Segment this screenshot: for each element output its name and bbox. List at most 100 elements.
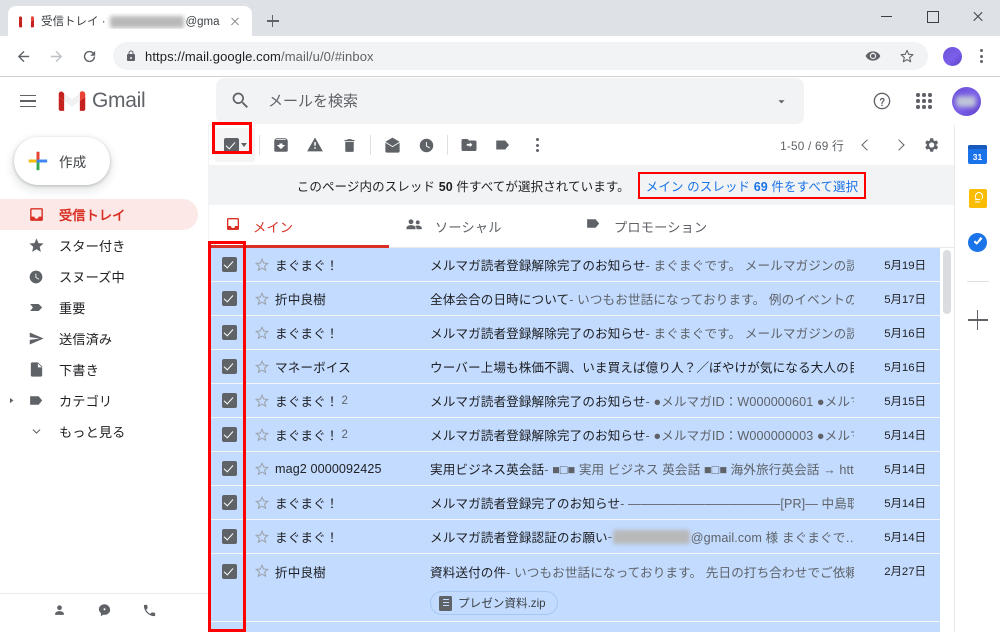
row-checkbox[interactable] bbox=[209, 486, 249, 520]
row-checkbox[interactable] bbox=[209, 384, 249, 418]
chat-icon[interactable] bbox=[97, 603, 112, 623]
sidebar-item-drafts[interactable]: 下書き bbox=[0, 354, 198, 385]
add-side-panel-plus-icon[interactable] bbox=[967, 310, 988, 330]
row-checkbox[interactable] bbox=[209, 248, 249, 282]
sidebar-item-categories[interactable]: カテゴリ bbox=[0, 385, 198, 416]
more-button[interactable] bbox=[520, 128, 554, 162]
star-icon[interactable] bbox=[249, 452, 275, 486]
account-avatar[interactable] bbox=[946, 81, 986, 121]
star-icon[interactable] bbox=[249, 248, 275, 282]
forward-button[interactable] bbox=[41, 41, 71, 71]
delete-button[interactable] bbox=[332, 128, 366, 162]
gmail-logo[interactable]: Gmail bbox=[52, 89, 208, 113]
browser-tab[interactable]: 受信トレイ · xxxxxxxxxxxxx@gma bbox=[8, 6, 252, 36]
star-icon[interactable] bbox=[249, 622, 275, 632]
table-row[interactable]: Google Microsoft apps & services をお使いの G… bbox=[209, 622, 940, 632]
table-row[interactable]: 折中良樹 全体会合の日時について - いつもお世話になっております。 例のイベン… bbox=[209, 282, 940, 316]
compose-button[interactable]: 作成 bbox=[14, 137, 110, 185]
scrollbar-thumb[interactable] bbox=[943, 250, 951, 314]
sidebar-item-starred[interactable]: スター付き bbox=[0, 230, 198, 261]
table-row[interactable]: マネーボイス ウーバー上場も株価不調、いま買えば億り人？／ぼやけが気になる大人の… bbox=[209, 350, 940, 384]
apps-grid-icon[interactable] bbox=[904, 81, 944, 121]
star-icon[interactable] bbox=[249, 554, 275, 588]
sidebar-item-inbox[interactable]: 受信トレイ bbox=[0, 199, 198, 230]
new-tab-button[interactable] bbox=[259, 7, 287, 35]
star-icon[interactable] bbox=[249, 384, 275, 418]
main-menu-icon[interactable] bbox=[4, 77, 52, 125]
chrome-menu-icon[interactable] bbox=[970, 45, 992, 67]
tab-social[interactable]: ソーシャル bbox=[389, 205, 569, 247]
attachment-chip[interactable]: プレゼン資料.zip bbox=[430, 591, 558, 615]
rail-divider bbox=[966, 281, 989, 282]
report-spam-button[interactable] bbox=[298, 128, 332, 162]
tasks-icon[interactable] bbox=[967, 231, 989, 253]
sidebar-item-important[interactable]: 重要 bbox=[0, 292, 198, 323]
row-sender: 折中良樹 bbox=[275, 565, 326, 580]
search-input[interactable] bbox=[266, 91, 764, 111]
sidebar-label: もっと見る bbox=[59, 425, 126, 440]
sidebar-item-more[interactable]: もっと見る bbox=[0, 416, 198, 447]
row-date: 5月17日 bbox=[884, 293, 926, 306]
back-button[interactable] bbox=[8, 41, 38, 71]
star-icon[interactable] bbox=[249, 520, 275, 554]
table-row[interactable]: まぐまぐ！ メルマガ読者登録解除完了のお知らせ - まぐまぐです。 メールマガジ… bbox=[209, 316, 940, 350]
reload-button[interactable] bbox=[74, 41, 104, 71]
table-row[interactable]: まぐまぐ！ 2 メルマガ読者登録解除完了のお知らせ - ●メルマガID：W0000… bbox=[209, 418, 940, 452]
browser-profile-button[interactable] bbox=[937, 41, 967, 71]
close-tab-icon[interactable] bbox=[227, 13, 243, 29]
row-checkbox[interactable] bbox=[209, 282, 249, 316]
row-checkbox[interactable] bbox=[209, 554, 249, 588]
row-checkbox[interactable] bbox=[209, 622, 249, 632]
star-icon[interactable] bbox=[249, 316, 275, 350]
list-scrollbar[interactable] bbox=[940, 248, 954, 632]
address-bar[interactable]: https://mail.google.com/mail/u/0/#inbox bbox=[113, 42, 928, 70]
table-row[interactable]: mag2 0000092425 実用ビジネス英会話 - ■□■ 実用 ビジネス … bbox=[209, 452, 940, 486]
search-options-chevron-down-icon[interactable] bbox=[764, 84, 798, 118]
help-icon[interactable] bbox=[862, 81, 902, 121]
move-to-button[interactable] bbox=[452, 128, 486, 162]
select-all-threads-link[interactable]: メイン のスレッド 69 件をすべて選択 bbox=[646, 176, 858, 195]
search-bar[interactable] bbox=[216, 78, 804, 124]
sidebar-item-sent[interactable]: 送信済み bbox=[0, 323, 198, 354]
row-checkbox[interactable] bbox=[209, 316, 249, 350]
row-checkbox[interactable] bbox=[209, 418, 249, 452]
chevron-right-icon[interactable] bbox=[0, 396, 22, 405]
mark-as-read-button[interactable] bbox=[375, 128, 409, 162]
tab-promotions[interactable]: プロモーション bbox=[569, 205, 749, 247]
row-sender: まぐまぐ！ bbox=[275, 497, 339, 511]
snooze-button[interactable] bbox=[409, 128, 443, 162]
star-icon[interactable] bbox=[249, 282, 275, 316]
star-icon[interactable] bbox=[249, 350, 275, 384]
table-row[interactable]: 折中良樹 資料送付の件 - いつもお世話になっております。 先日の打ち合わせでご… bbox=[209, 554, 940, 622]
more-vertical-icon bbox=[526, 134, 548, 156]
row-checkbox[interactable] bbox=[209, 452, 249, 486]
table-row[interactable]: まぐまぐ！ メルマガ読者登録認証のお願い - xxxxxxxxxxxx@gmai… bbox=[209, 520, 940, 554]
labels-button[interactable] bbox=[486, 128, 520, 162]
tab-primary[interactable]: メイン bbox=[209, 205, 389, 248]
keep-icon[interactable] bbox=[967, 187, 989, 209]
star-icon[interactable] bbox=[249, 418, 275, 452]
next-page-button[interactable] bbox=[884, 130, 914, 160]
view-icon[interactable] bbox=[858, 41, 888, 71]
star-icon[interactable] bbox=[249, 486, 275, 520]
select-all-checkbox[interactable] bbox=[215, 128, 255, 162]
row-checkbox[interactable] bbox=[209, 520, 249, 554]
person-icon[interactable] bbox=[52, 603, 67, 623]
prev-page-button[interactable] bbox=[852, 130, 882, 160]
row-date: 2月27日 bbox=[884, 566, 926, 578]
archive-button[interactable] bbox=[264, 128, 298, 162]
sidebar-item-snoozed[interactable]: スヌーズ中 bbox=[0, 261, 198, 292]
bookmark-star-icon[interactable] bbox=[892, 41, 922, 71]
table-row[interactable]: まぐまぐ！ 2 メルマガ読者登録解除完了のお知らせ - ●メルマガID：W0000… bbox=[209, 384, 940, 418]
table-row[interactable]: まぐまぐ！ メルマガ読者登録完了のお知らせ - ————————————[PR]… bbox=[209, 486, 940, 520]
calendar-icon[interactable]: 31 bbox=[967, 143, 989, 165]
minimize-button[interactable] bbox=[865, 0, 910, 32]
maximize-button[interactable] bbox=[910, 0, 955, 32]
close-window-button[interactable] bbox=[955, 0, 1000, 32]
phone-icon[interactable] bbox=[142, 603, 157, 623]
row-checkbox[interactable] bbox=[209, 350, 249, 384]
gear-icon[interactable] bbox=[916, 130, 946, 160]
window-controls bbox=[865, 0, 1000, 36]
chevron-down-icon[interactable] bbox=[240, 143, 247, 147]
table-row[interactable]: まぐまぐ！ メルマガ読者登録解除完了のお知らせ - まぐまぐです。 メールマガジ… bbox=[209, 248, 940, 282]
